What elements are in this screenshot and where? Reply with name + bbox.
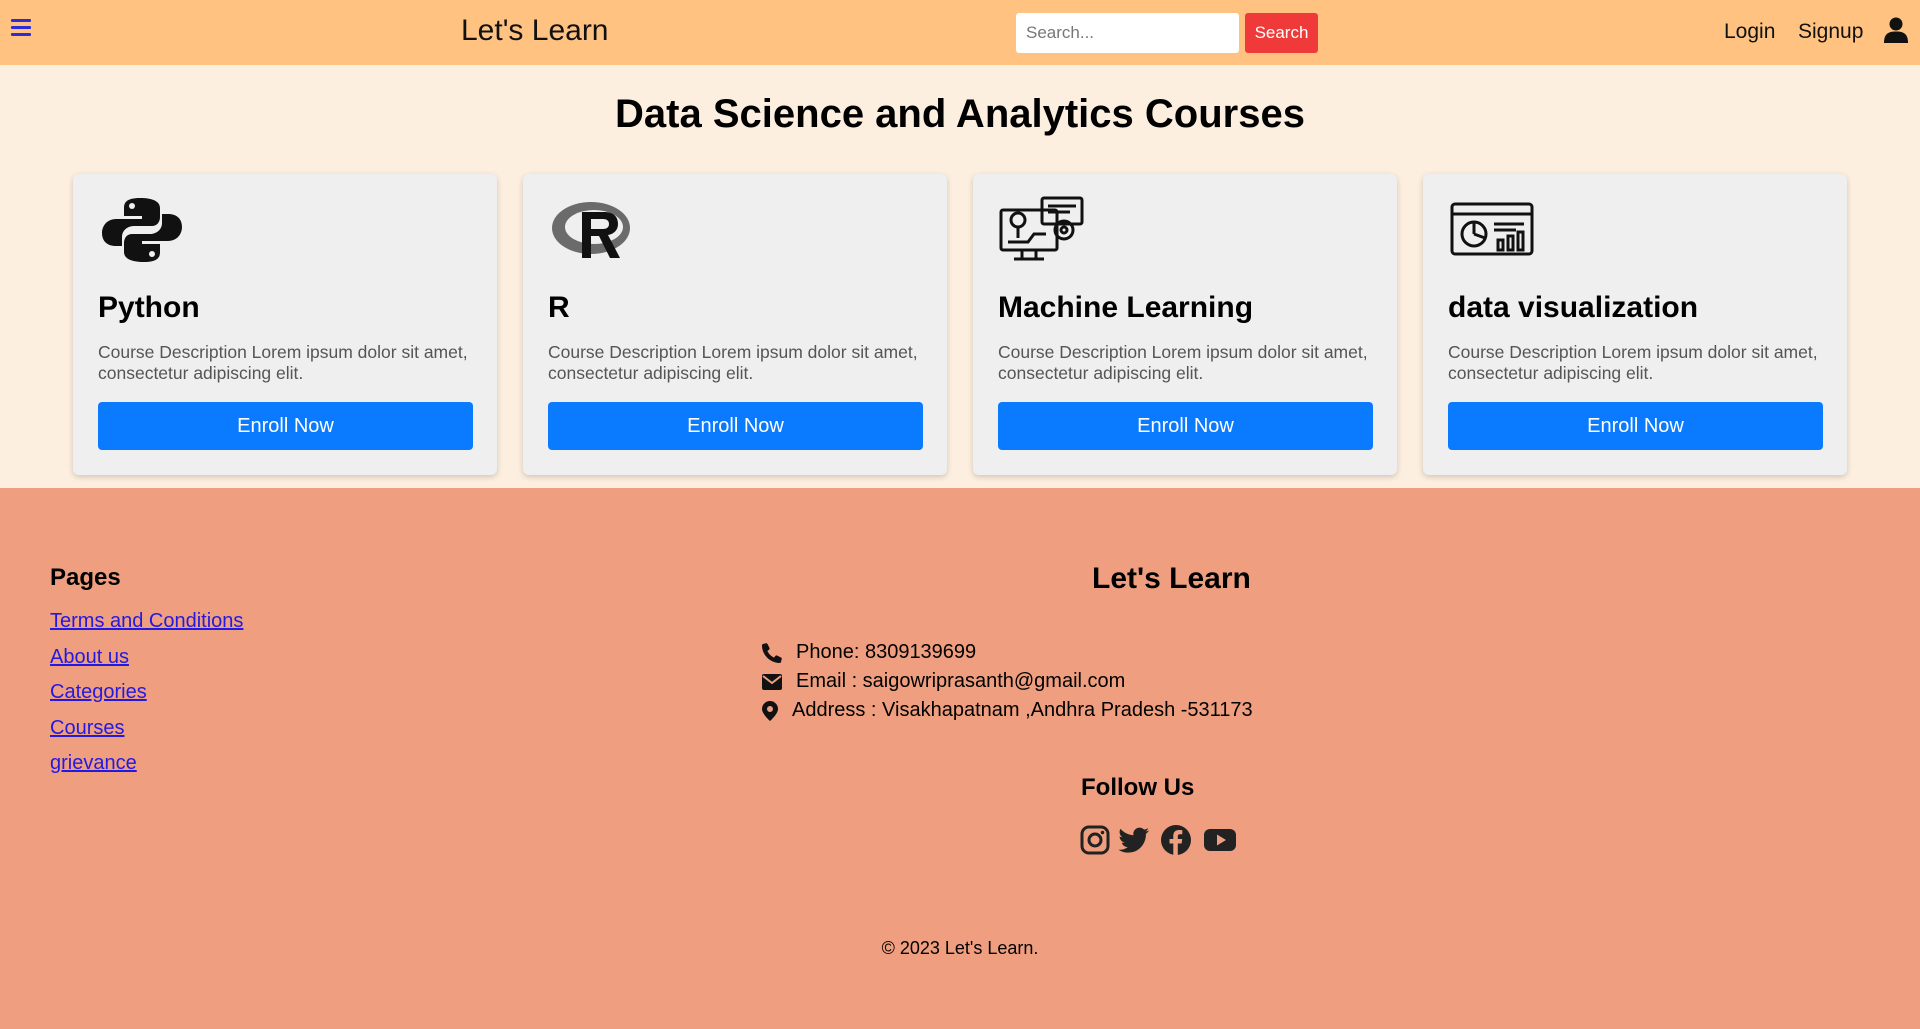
enroll-button-python[interactable]: Enroll Now bbox=[98, 402, 473, 450]
contact-address: Address : Visakhapatnam ,Andhra Pradesh … bbox=[762, 699, 1253, 722]
footer-link-terms[interactable]: Terms and Conditions bbox=[50, 610, 243, 633]
course-card-r: R Course Description Lorem ipsum dolor s… bbox=[523, 174, 947, 475]
course-title: Machine Learning bbox=[998, 291, 1254, 324]
r-logo-icon bbox=[552, 202, 630, 258]
copyright-text: © 2023 Let's Learn. bbox=[881, 938, 1039, 958]
hamburger-icon[interactable] bbox=[11, 19, 31, 39]
user-icon[interactable] bbox=[1884, 17, 1908, 43]
course-title: Python bbox=[98, 291, 200, 324]
python-logo-icon bbox=[102, 198, 182, 262]
course-description: Course Description Lorem ipsum dolor sit… bbox=[98, 342, 468, 383]
course-title: data visualization bbox=[1448, 291, 1699, 324]
youtube-icon[interactable] bbox=[1203, 824, 1237, 856]
footer-link-about[interactable]: About us bbox=[50, 646, 129, 669]
contact-phone: Phone: 8309139699 bbox=[762, 641, 976, 664]
machine-learning-icon bbox=[999, 196, 1084, 261]
enroll-button-r[interactable]: Enroll Now bbox=[548, 402, 923, 450]
course-card-data-visualization: data visualization Course Description Lo… bbox=[1423, 174, 1847, 475]
address-text: Address : Visakhapatnam ,Andhra Pradesh … bbox=[792, 699, 1253, 721]
phone-icon bbox=[762, 642, 782, 663]
follow-us-heading: Follow Us bbox=[1081, 774, 1195, 801]
facebook-icon[interactable] bbox=[1160, 824, 1192, 856]
courses-section: Data Science and Analytics Courses Pytho… bbox=[0, 65, 1920, 488]
course-title: R bbox=[548, 291, 570, 324]
pages-heading: Pages bbox=[50, 564, 121, 591]
enroll-button-data-visualization[interactable]: Enroll Now bbox=[1448, 402, 1823, 450]
site-brand[interactable]: Let's Learn bbox=[461, 14, 609, 48]
twitter-icon[interactable] bbox=[1118, 824, 1150, 856]
instagram-icon[interactable] bbox=[1079, 824, 1111, 856]
footer-link-grievance[interactable]: grievance bbox=[50, 752, 137, 775]
footer-link-courses[interactable]: Courses bbox=[50, 717, 124, 740]
search-button[interactable]: Search bbox=[1245, 13, 1318, 53]
map-pin-icon bbox=[762, 700, 778, 721]
signup-link[interactable]: Signup bbox=[1798, 20, 1863, 44]
page-title: Data Science and Analytics Courses bbox=[615, 92, 1305, 136]
course-description: Course Description Lorem ipsum dolor sit… bbox=[998, 342, 1368, 383]
login-link[interactable]: Login bbox=[1724, 20, 1775, 44]
footer-link-categories[interactable]: Categories bbox=[50, 681, 147, 704]
search-input[interactable] bbox=[1016, 13, 1239, 53]
course-description: Course Description Lorem ipsum dolor sit… bbox=[548, 342, 918, 383]
enroll-button-machine-learning[interactable]: Enroll Now bbox=[998, 402, 1373, 450]
phone-text: Phone: 8309139699 bbox=[796, 641, 977, 663]
site-footer: Pages Terms and Conditions About us Cate… bbox=[0, 488, 1920, 1029]
top-navbar: Let's Learn Search Login Signup bbox=[0, 0, 1920, 65]
course-card-machine-learning: Machine Learning Course Description Lore… bbox=[973, 174, 1397, 475]
footer-brand: Let's Learn bbox=[1092, 562, 1251, 595]
data-visualization-icon bbox=[1450, 202, 1534, 256]
email-text: Email : saigowriprasanth@gmail.com bbox=[796, 670, 1126, 692]
course-card-python: Python Course Description Lorem ipsum do… bbox=[73, 174, 497, 475]
contact-email: Email : saigowriprasanth@gmail.com bbox=[762, 670, 1125, 693]
course-description: Course Description Lorem ipsum dolor sit… bbox=[1448, 342, 1818, 383]
envelope-icon bbox=[762, 673, 782, 690]
